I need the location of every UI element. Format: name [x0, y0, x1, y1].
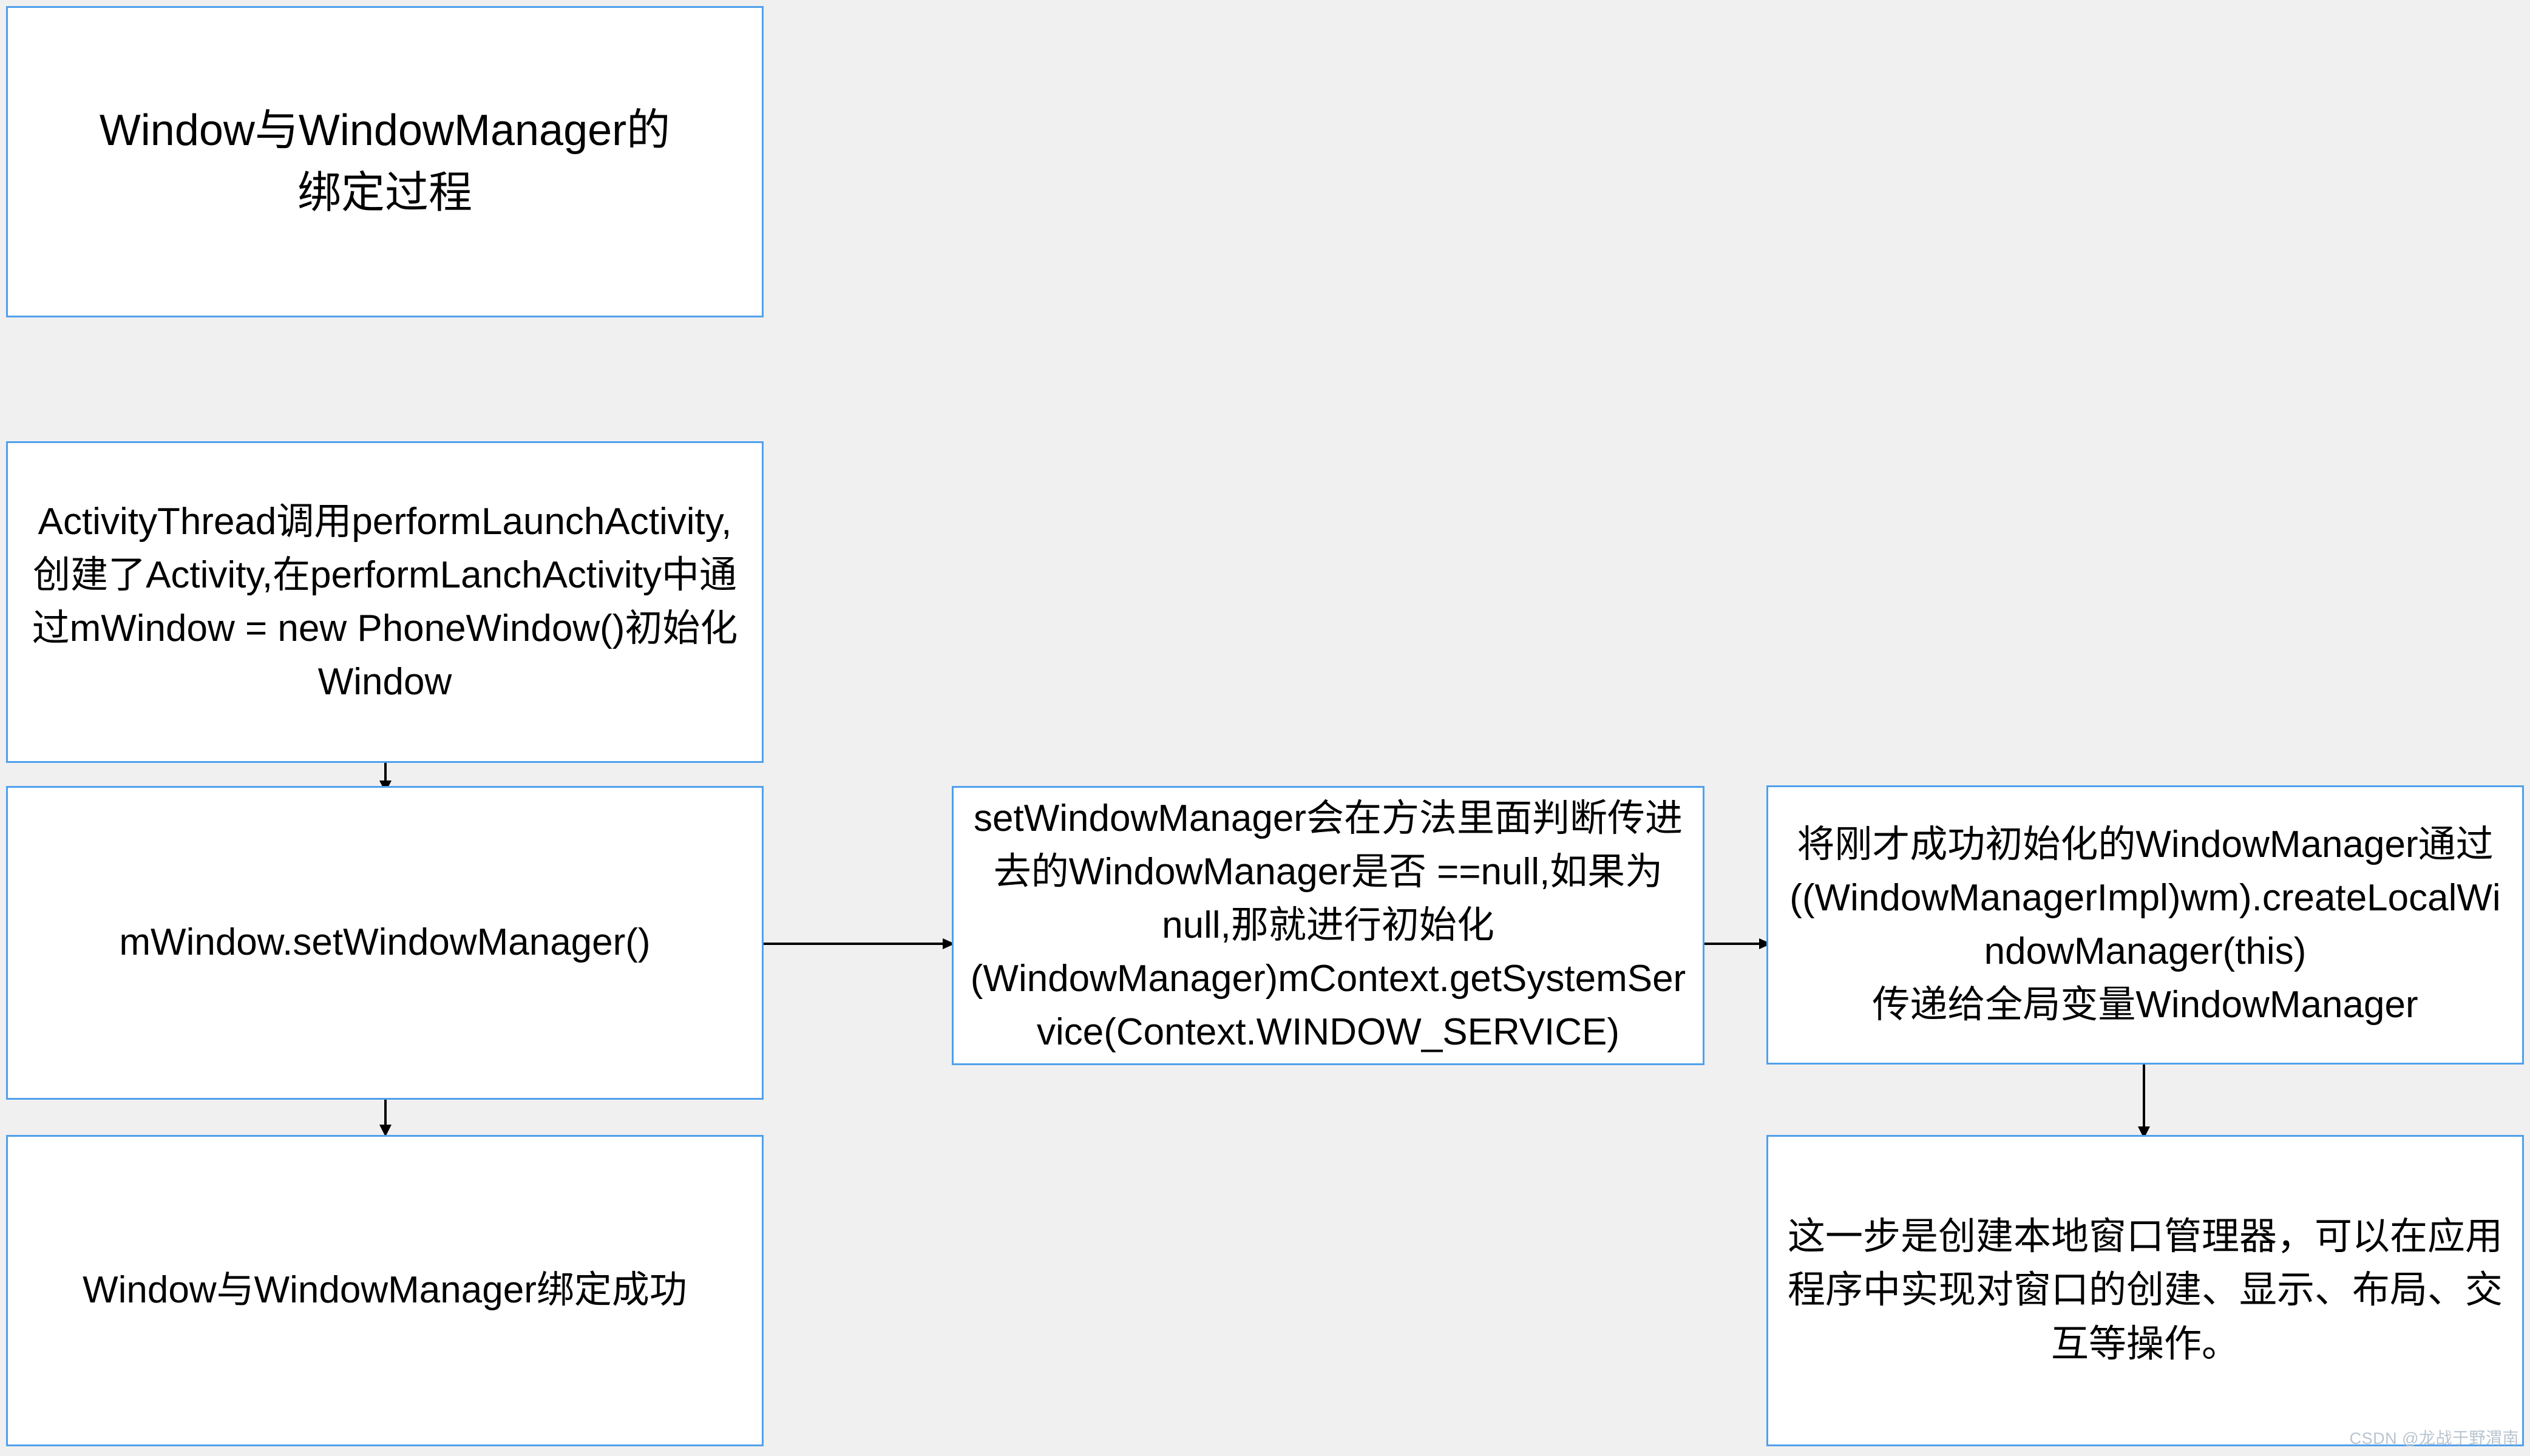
node-activity-thread[interactable]: ActivityThread调用performLaunchActivity,创建… [6, 441, 764, 763]
node-local-window-manager-note-label: 这一步是创建本地窗口管理器，可以在应用程序中实现对窗口的创建、显示、布局、交互等… [1787, 1216, 2503, 1365]
diagram-canvas: Window与WindowManager的 绑定过程 ActivityThrea… [0, 0, 2530, 1456]
node-bind-success-label: Window与WindowManager绑定成功 [83, 1269, 687, 1312]
node-set-window-manager-detail[interactable]: setWindowManager会在方法里面判断传进去的WindowManage… [952, 786, 1704, 1065]
node-title[interactable]: Window与WindowManager的 绑定过程 [6, 6, 764, 317]
node-activity-thread-label: ActivityThread调用performLaunchActivity,创建… [32, 500, 738, 703]
edge-detail-to-createlocal [1703, 932, 1777, 956]
node-create-local-window-manager-label: 将刚才成功初始化的WindowManager通过((WindowManagerI… [1789, 823, 2501, 1026]
edge-setwm-to-bind-success [364, 1095, 413, 1139]
edge-setwm-to-detail [762, 932, 959, 956]
node-set-window-manager-call[interactable]: mWindow.setWindowManager() [6, 786, 764, 1100]
watermark: CSDN @龙战于野渭南 [2349, 1429, 2519, 1448]
node-create-local-window-manager[interactable]: 将刚才成功初始化的WindowManager通过((WindowManagerI… [1766, 785, 2524, 1065]
edge-createlocal-to-note [2121, 1061, 2170, 1141]
node-bind-success[interactable]: Window与WindowManager绑定成功 [6, 1135, 764, 1446]
node-set-window-manager-detail-label: setWindowManager会在方法里面判断传进去的WindowManage… [970, 797, 1686, 1054]
node-local-window-manager-note[interactable]: 这一步是创建本地窗口管理器，可以在应用程序中实现对窗口的创建、显示、布局、交互等… [1766, 1135, 2524, 1446]
node-title-label: Window与WindowManager的 绑定过程 [99, 106, 671, 217]
node-set-window-manager-call-label: mWindow.setWindowManager() [119, 921, 651, 964]
